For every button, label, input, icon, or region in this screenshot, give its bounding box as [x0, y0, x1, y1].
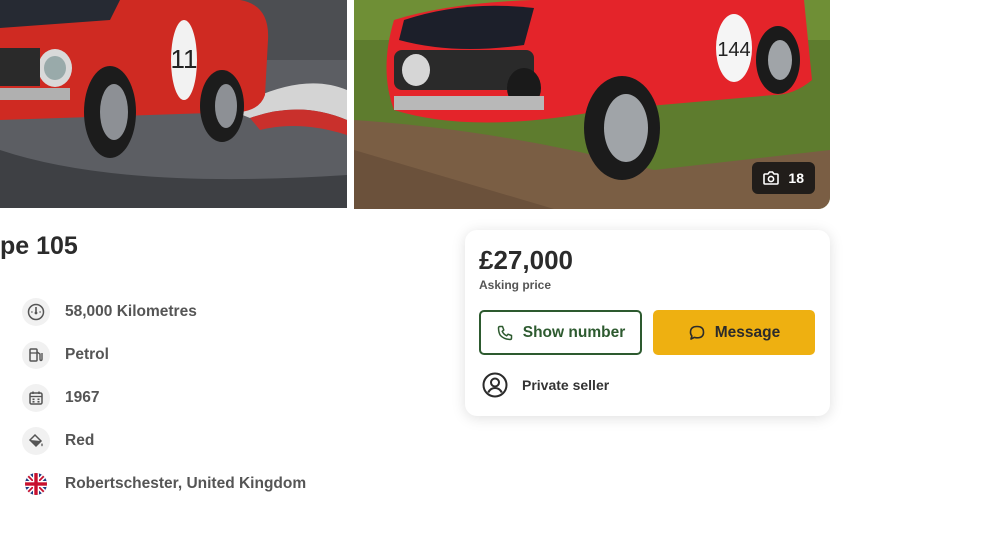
spec-colour: Red	[22, 419, 306, 462]
spec-year: 1967	[22, 376, 306, 419]
spec-colour-text: Red	[65, 431, 95, 449]
fuel-pump-icon	[22, 340, 50, 369]
spec-fuel: Petrol	[22, 333, 306, 376]
show-number-label: Show number	[522, 323, 626, 341]
asking-price: £27,000	[479, 245, 573, 275]
car-number-right: 144	[717, 39, 750, 61]
gallery-photo-left[interactable]: 11	[0, 0, 347, 208]
listing-title: pe 105	[0, 232, 78, 260]
spec-location-text: Robertschester, United Kingdom	[65, 474, 307, 492]
gallery-photo-right[interactable]: 144 18	[354, 0, 830, 209]
asking-price-label: Asking price	[479, 278, 552, 292]
calendar-icon	[22, 383, 50, 412]
message-button[interactable]: Message	[653, 310, 815, 355]
car-number-left: 11	[171, 44, 198, 74]
uk-flag-icon	[22, 470, 50, 498]
photo-count-text: 18	[788, 170, 804, 186]
speedometer-icon	[22, 297, 50, 326]
spec-mileage-text: 58,000 Kilometres	[65, 302, 197, 320]
spec-list: 58,000 Kilometres Petrol 1967 Red Robert…	[22, 290, 306, 505]
camera-icon	[763, 171, 780, 185]
price-card: £27,000 Asking price Show number Message…	[465, 230, 830, 416]
spec-year-text: 1967	[65, 388, 100, 406]
chat-bubble-icon	[689, 325, 705, 340]
race-car-photo-left: 11	[0, 0, 347, 208]
seller-info: Private seller	[482, 372, 609, 398]
phone-icon	[497, 325, 512, 340]
show-number-button[interactable]: Show number	[479, 310, 642, 355]
message-label: Message	[714, 323, 781, 341]
paint-bucket-icon	[22, 426, 50, 455]
user-circle-icon	[482, 372, 508, 398]
seller-type: Private seller	[522, 377, 610, 393]
spec-mileage: 58,000 Kilometres	[22, 290, 306, 333]
spec-location: Robertschester, United Kingdom	[22, 462, 306, 505]
spec-fuel-text: Petrol	[65, 345, 109, 363]
photo-count-badge[interactable]: 18	[752, 162, 815, 194]
